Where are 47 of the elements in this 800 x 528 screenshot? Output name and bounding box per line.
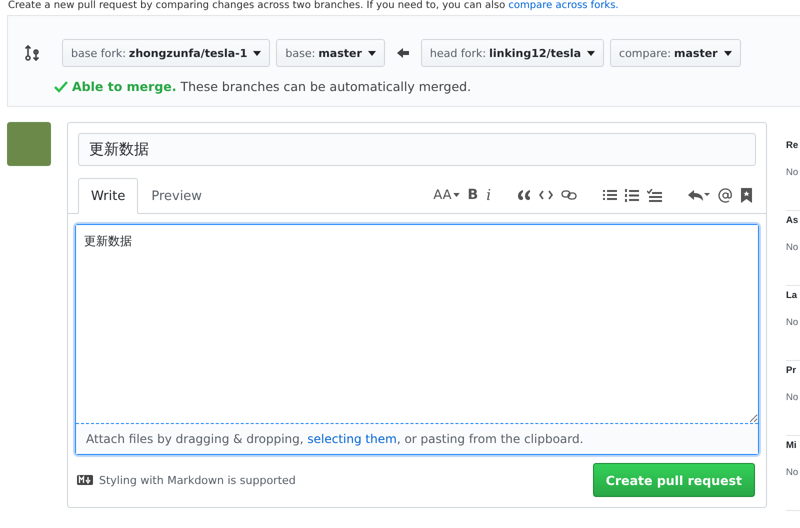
branch-selector[interactable]: base fork: zhongzunfa/tesla-1: [62, 39, 270, 67]
left-arrow-icon: [396, 47, 409, 59]
check-icon: [54, 80, 68, 92]
caret-icon: [587, 50, 596, 56]
markdown-note: Styling with Markdown is supported: [99, 474, 296, 486]
branch-selector[interactable]: head fork: linking12/tesla: [420, 39, 604, 67]
bullet-list-icon[interactable]: [603, 189, 617, 201]
numbered-list-icon[interactable]: [625, 188, 639, 202]
compare-arrows-icon: [24, 44, 40, 62]
sidebar-heading[interactable]: Re: [786, 140, 800, 151]
italic-button[interactable]: i: [486, 186, 491, 204]
intro-text: Create a new pull request by comparing changes across two branches. If you need to, you can also compare across forks.: [8, 0, 619, 11]
sidebar-value: No: [786, 242, 800, 253]
reply-arrow-icon[interactable]: [688, 188, 710, 202]
sidebar-heading[interactable]: As: [786, 215, 800, 226]
caret-icon: [368, 50, 376, 56]
markdown-icon: [77, 475, 93, 485]
bookmark-icon[interactable]: [741, 188, 752, 202]
editor-tab[interactable]: Write: [78, 178, 138, 214]
sidebar-value: No: [786, 392, 800, 403]
sidebar-heading[interactable]: Mi: [786, 440, 800, 451]
branch-selector[interactable]: compare: master: [610, 39, 741, 67]
comment-field[interactable]: 更新数据: [76, 225, 758, 423]
link-icon[interactable]: [561, 189, 577, 201]
caret-icon: [724, 50, 732, 56]
select-files-link[interactable]: selecting them: [307, 432, 397, 446]
title-field[interactable]: 更新数据: [78, 133, 756, 166]
avatar-placeholder: [7, 122, 51, 166]
task-list-icon[interactable]: [647, 188, 662, 202]
caret-icon: [253, 50, 262, 56]
branch-selector[interactable]: base: master: [276, 39, 385, 67]
text-size-button[interactable]: AA: [433, 188, 460, 202]
compare-forks-link[interactable]: compare across forks.: [508, 0, 619, 11]
sidebar-heading[interactable]: La: [786, 290, 800, 301]
mention-icon[interactable]: [718, 188, 733, 202]
quote-icon[interactable]: [517, 189, 531, 201]
editor-tab[interactable]: Preview: [138, 178, 215, 214]
sidebar-value: No: [786, 167, 800, 178]
attach-hint: Attach files by dragging & dropping, selecting them, or pasting from the clipboard.: [86, 432, 584, 446]
merge-status: Able to merge. These branches can be automatically merged.: [72, 79, 472, 94]
sidebar-value: No: [786, 317, 800, 328]
sidebar-value: No: [786, 467, 800, 478]
code-icon[interactable]: [539, 190, 553, 200]
sidebar-heading[interactable]: Pr: [786, 365, 800, 376]
caret-icon: [452, 193, 460, 197]
bold-button[interactable]: B: [468, 187, 478, 203]
comment-editor[interactable]: 更新数据 Attach files by dragging & dropping, selecting them, or pasting from the clipboard.: [75, 224, 759, 455]
